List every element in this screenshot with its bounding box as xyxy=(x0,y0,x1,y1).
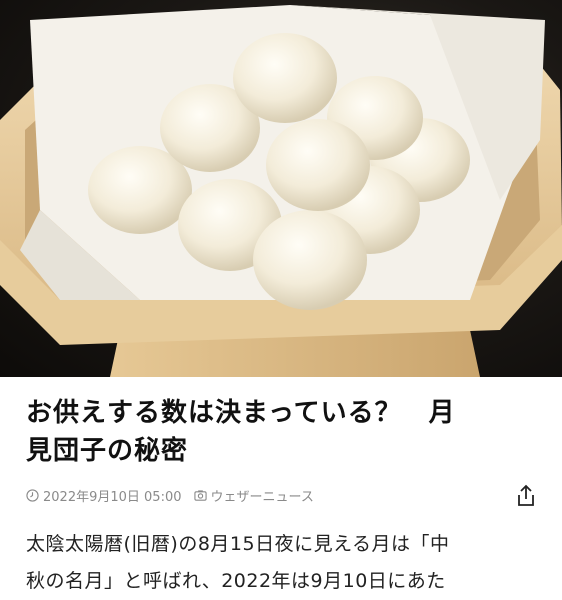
article-hero-image xyxy=(0,0,562,377)
article-body-line2: 秋の名月」と呼ばれ、2022年は9月10日にあた xyxy=(26,570,446,592)
dango-illustration xyxy=(0,5,562,377)
article-title-line2: 見団子の秘密 xyxy=(26,436,189,466)
article-body: 太陰太陽暦(旧暦)の8月15日夜に見える月は「中 秋の名月」と呼ばれ、2022年… xyxy=(26,526,538,600)
article-meta: 2022年9月10日 05:00 ウェザーニュース xyxy=(26,486,314,505)
camera-icon xyxy=(193,489,207,501)
share-icon[interactable] xyxy=(513,483,539,509)
article-date: 2022年9月10日 05:00 xyxy=(43,489,182,505)
article-title[interactable]: お供えする数は決まっている？ 月 見団子の秘密 xyxy=(26,394,536,470)
article-source[interactable]: ウェザーニュース xyxy=(211,486,314,505)
article-title-line1: お供えする数は決まっている？ 月 xyxy=(26,398,456,428)
clock-icon xyxy=(26,488,39,502)
article-body-line1: 太陰太陽暦(旧暦)の8月15日夜に見える月は「中 xyxy=(26,533,450,555)
